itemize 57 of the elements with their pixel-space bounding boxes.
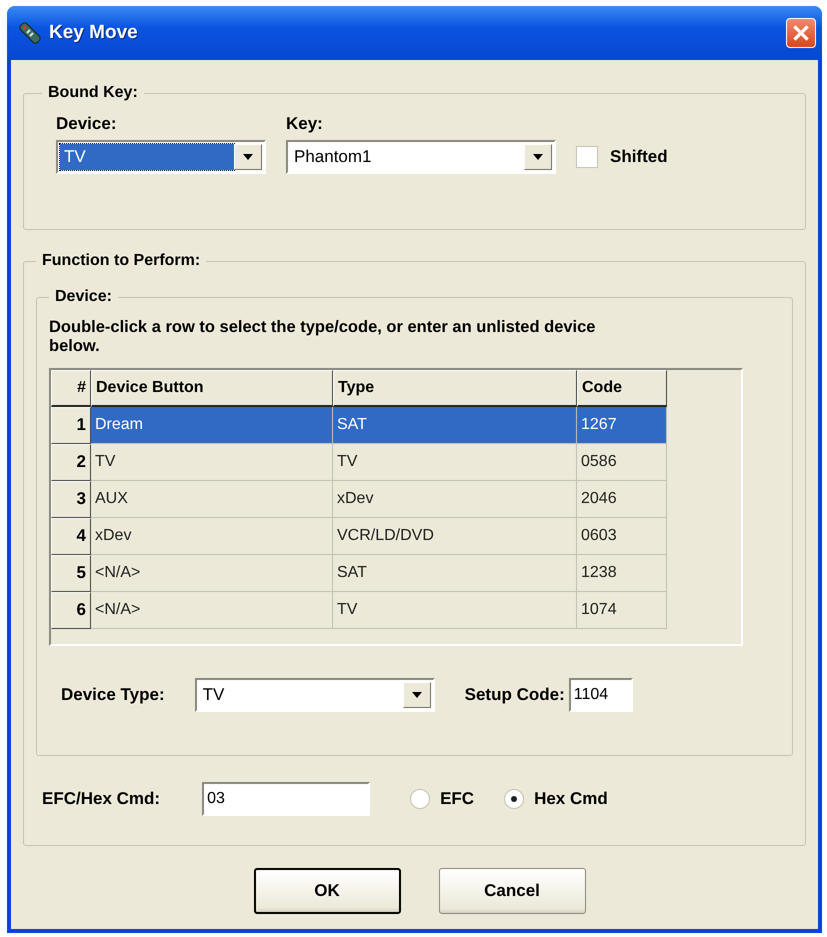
table-cell: 1267 — [577, 406, 667, 444]
table-cell: 2046 — [577, 480, 667, 518]
checkbox-label: Shifted — [610, 147, 668, 167]
field-label: Setup Code: — [464, 684, 565, 705]
table-cell: SAT — [333, 554, 577, 592]
table-cell: VCR/LD/DVD — [333, 518, 577, 555]
column-header[interactable]: Code — [577, 370, 667, 407]
column-header[interactable]: # — [51, 370, 91, 407]
dialog-button[interactable]: Cancel — [438, 868, 586, 914]
radio-label: Hex Cmd — [534, 789, 608, 809]
table-cell: SAT — [333, 406, 577, 444]
field-label: EFC/Hex Cmd: — [42, 789, 160, 809]
table-cell: xDev — [91, 518, 333, 555]
table-cell: AUX — [91, 480, 333, 518]
row-number: 1 — [51, 406, 91, 444]
table-row[interactable]: 4 xDev VCR/LD/DVD 0603 — [51, 518, 741, 555]
radio-button[interactable] — [504, 789, 524, 809]
table-cell: 0586 — [577, 444, 667, 481]
table-cell: Dream — [91, 406, 333, 444]
device-dropdown[interactable]: TV — [56, 140, 266, 174]
instructions-text: Double-click a row to select the type/code, or enter an unlisted device below. — [49, 318, 596, 356]
device-type-dropdown[interactable]: TV — [194, 678, 435, 712]
table-row[interactable]: 5 <N/A> SAT 1238 — [51, 554, 741, 592]
column-header[interactable]: Device Button — [91, 370, 333, 407]
row-number: 6 — [51, 592, 91, 629]
table-cell: TV — [333, 592, 577, 629]
group-title: Bound Key: — [47, 84, 139, 102]
field-label: Key: — [286, 114, 324, 134]
column-header[interactable]: Type — [333, 370, 577, 407]
table-row[interactable]: 2 TV TV 0586 — [51, 444, 741, 481]
setup-code-field[interactable]: 1104 — [568, 678, 633, 712]
table-cell: <N/A> — [91, 592, 333, 629]
table-cell: TV — [91, 444, 333, 481]
row-number: 2 — [51, 444, 91, 481]
field-label: Device: — [56, 114, 118, 134]
table-cell: 1238 — [577, 554, 667, 592]
radio-label: EFC — [440, 789, 474, 809]
checkbox[interactable] — [576, 146, 598, 168]
table-cell: xDev — [333, 480, 577, 518]
table-row[interactable]: 6 <N/A> TV 1074 — [51, 592, 741, 629]
row-number: 4 — [51, 518, 91, 555]
group-title: Function to Perform: — [41, 252, 202, 270]
row-number: 5 — [51, 554, 91, 592]
table-cell: 0603 — [577, 518, 667, 555]
field-label: Device Type: — [61, 684, 165, 705]
table-row[interactable]: 3 AUX xDev 2046 — [51, 480, 741, 518]
dialog-button[interactable]: OK — [254, 868, 400, 914]
row-number: 3 — [51, 480, 91, 518]
radio-button[interactable] — [410, 789, 430, 809]
efc-hex-field[interactable]: 03 — [202, 782, 370, 816]
table-cell: TV — [333, 444, 577, 481]
table-cell: <N/A> — [91, 554, 333, 592]
group-title: Device: — [54, 288, 113, 306]
table-cell: 1074 — [577, 592, 667, 629]
table-row[interactable]: 1 Dream SAT 1267 — [51, 406, 741, 444]
key-dropdown[interactable]: Phantom1 — [286, 140, 556, 174]
window-title: Key Move — [49, 22, 139, 44]
